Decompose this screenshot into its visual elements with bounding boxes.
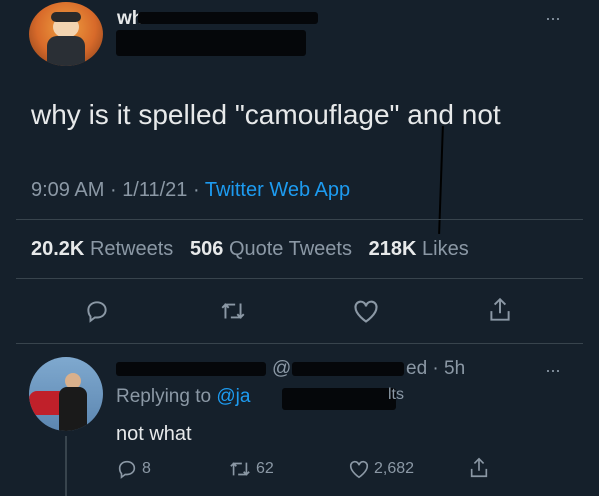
reply-more-icon[interactable]: ··· — [545, 360, 561, 381]
reply-like-action[interactable]: 2,682 — [348, 458, 414, 480]
more-icon[interactable]: ··· — [545, 8, 561, 29]
likes-stat[interactable]: 218K Likes — [363, 238, 469, 260]
replying-to: Replying to @ja — [116, 386, 251, 407]
retweets-stat[interactable]: 20.2K Retweets — [31, 238, 179, 260]
reply-handle-redaction — [292, 362, 404, 376]
tweet-text: why is it spelled "camouflage" and not — [31, 99, 501, 130]
like-icon[interactable] — [352, 298, 380, 324]
tweet-client[interactable]: Twitter Web App — [205, 179, 350, 201]
divider — [16, 343, 583, 344]
reply-reply-action[interactable]: 8 — [116, 458, 151, 480]
reply-author-avatar[interactable] — [29, 357, 103, 431]
handle-redaction — [116, 30, 306, 56]
reply-name-redaction — [116, 362, 266, 376]
quotes-stat[interactable]: 506 Quote Tweets — [184, 238, 357, 260]
annotation-line — [438, 125, 444, 235]
retweet-icon — [230, 462, 250, 476]
reply-retweet-action[interactable]: 62 — [228, 458, 274, 480]
replying-to-tail: lts — [388, 386, 404, 403]
like-icon — [349, 460, 369, 479]
reply-text: not what — [116, 423, 192, 445]
divider — [16, 219, 583, 220]
reply-icon — [118, 460, 136, 479]
retweet-icon[interactable] — [219, 298, 247, 324]
replying-to-handle[interactable]: @ja — [216, 386, 250, 407]
reply-share-icon[interactable] — [468, 456, 490, 485]
replying-to-redaction — [282, 388, 396, 410]
tweet-time: 9:09 AM — [31, 179, 105, 201]
divider — [16, 278, 583, 279]
reply-header: @ — [272, 358, 292, 379]
reply-thread-line — [65, 436, 67, 496]
share-icon[interactable] — [487, 296, 513, 324]
reply-icon[interactable] — [84, 298, 110, 324]
tweet-stats: 20.2K Retweets 506 Quote Tweets 218K Lik… — [31, 238, 469, 261]
tweet-date: 1/11/21 — [122, 179, 188, 201]
reply-actions: 8 62 2,682 — [116, 456, 496, 486]
reply-timestamp[interactable]: ed · 5h — [406, 358, 465, 380]
author-avatar[interactable] — [29, 2, 103, 66]
name-redaction — [138, 12, 318, 24]
tweet-meta: 9:09 AM · 1/11/21 · Twitter Web App — [31, 179, 351, 201]
